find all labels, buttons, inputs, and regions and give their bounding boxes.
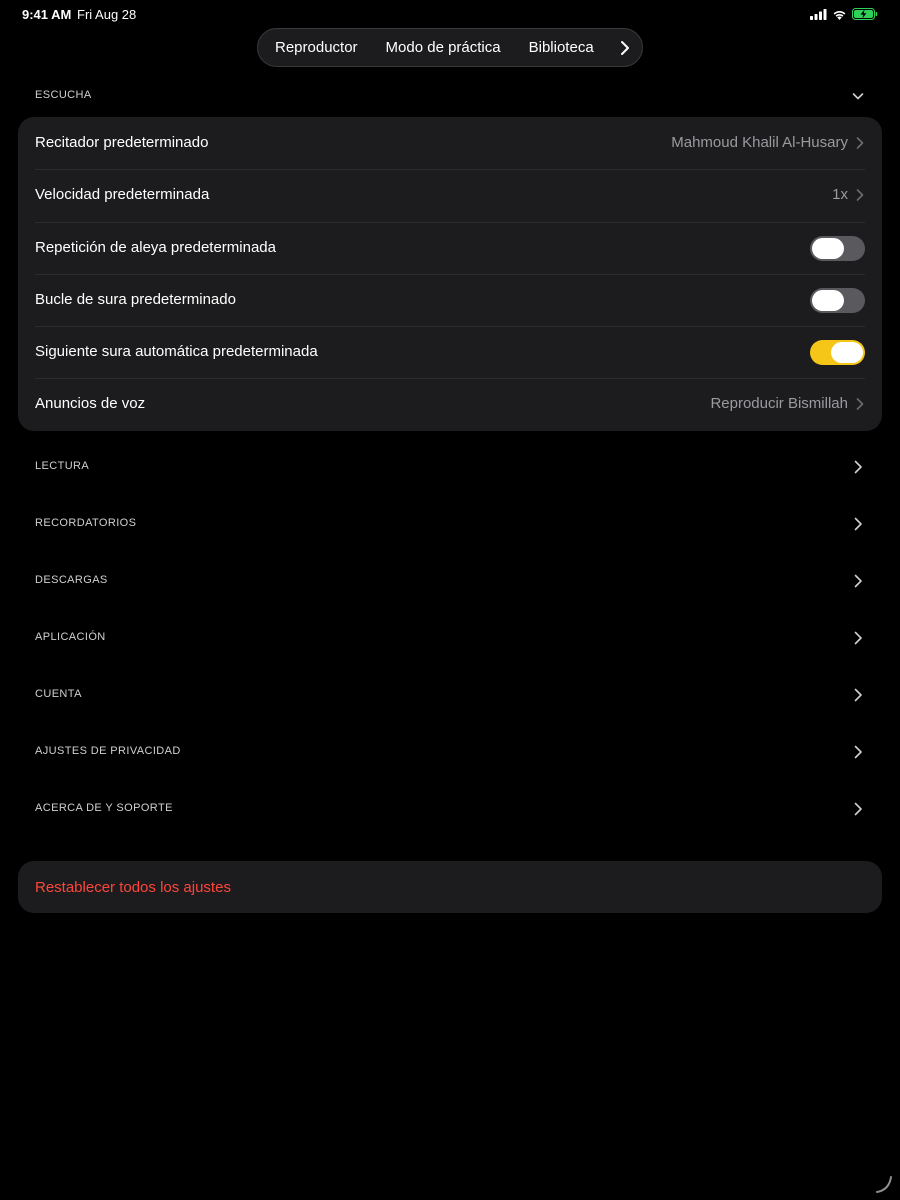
section-header-listening[interactable]: ESCUCHA — [0, 81, 900, 111]
status-icons — [810, 7, 878, 21]
section-label: ACERCA DE Y SOPORTE — [35, 802, 173, 814]
row-surah-loop: Bucle de sura predeterminado — [18, 273, 882, 326]
row-default-reciter[interactable]: Recitador predeterminado Mahmoud Khalil … — [18, 117, 882, 169]
tab-library[interactable]: Biblioteca — [529, 39, 594, 56]
auto-next-surah-toggle[interactable] — [810, 340, 865, 366]
status-bar: 9:41 AM Fri Aug 28 — [0, 0, 900, 28]
listening-settings-card: Recitador predeterminado Mahmoud Khalil … — [18, 117, 882, 431]
status-date: Fri Aug 28 — [77, 7, 137, 22]
top-navigation: Reproductor Modo de práctica Biblioteca — [257, 28, 643, 67]
row-auto-next-surah: Siguiente sura automática predeterminada — [18, 326, 882, 378]
row-voice-announcements[interactable]: Anuncios de voz Reproducir Bismillah — [18, 378, 882, 430]
verse-repeat-toggle[interactable] — [810, 235, 865, 261]
row-label: Anuncios de voz — [35, 395, 146, 413]
chevron-right-icon — [854, 574, 862, 588]
row-label: Bucle de sura predeterminado — [35, 290, 236, 308]
chevron-right-icon — [856, 137, 864, 149]
section-label: RECORDATORIOS — [35, 517, 137, 529]
status-time: 9:41 AM — [22, 7, 72, 22]
chevron-right-icon — [854, 688, 862, 702]
section-header-about-support[interactable]: ACERCA DE Y SOPORTE — [0, 794, 900, 824]
section-label: AJUSTES DE PRIVACIDAD — [35, 745, 181, 757]
chevron-right-icon[interactable] — [618, 40, 632, 56]
section-header-application[interactable]: APLICACIÓN — [0, 623, 900, 653]
cellular-signal-icon — [810, 8, 827, 20]
chevron-right-icon — [854, 517, 862, 531]
section-header-downloads[interactable]: DESCARGAS — [0, 566, 900, 596]
section-header-reading[interactable]: LECTURA — [0, 452, 900, 482]
section-label: LECTURA — [35, 460, 90, 472]
chevron-right-icon — [856, 398, 864, 411]
section-label: ESCUCHA — [35, 89, 92, 101]
row-label: Siguiente sura automática predeterminada — [35, 343, 318, 361]
section-label: CUENTA — [35, 688, 82, 700]
section-header-privacy[interactable]: AJUSTES DE PRIVACIDAD — [0, 737, 900, 767]
row-value: 1x — [832, 186, 848, 204]
row-default-speed[interactable]: Velocidad predeterminada 1x — [18, 169, 882, 221]
section-header-account[interactable]: CUENTA — [0, 680, 900, 710]
row-verse-repeat: Repetición de aleya predeterminada — [18, 221, 882, 274]
tab-practice-mode[interactable]: Modo de práctica — [386, 39, 501, 56]
chevron-right-icon — [854, 460, 862, 474]
reset-all-settings-button[interactable]: Restablecer todos los ajustes — [18, 861, 882, 913]
battery-charging-icon — [852, 8, 878, 20]
chevron-right-icon — [854, 745, 862, 759]
section-header-reminders[interactable]: RECORDATORIOS — [0, 509, 900, 539]
section-label: DESCARGAS — [35, 574, 108, 586]
row-label: Recitador predeterminado — [35, 134, 209, 151]
chevron-right-icon — [854, 631, 862, 645]
tab-player[interactable]: Reproductor — [275, 39, 358, 56]
chevron-right-icon — [854, 802, 862, 816]
row-value: Reproducir Bismillah — [710, 395, 848, 413]
section-label: APLICACIÓN — [35, 631, 106, 643]
chevron-right-icon — [856, 189, 864, 202]
chevron-down-icon — [852, 93, 864, 100]
row-label: Repetición de aleya predeterminada — [35, 238, 276, 256]
surah-loop-toggle[interactable] — [810, 287, 865, 313]
wifi-icon — [833, 10, 846, 20]
reset-label: Restablecer todos los ajustes — [35, 879, 231, 896]
row-label: Velocidad predeterminada — [35, 186, 210, 204]
corner-scroll-indicator-icon — [876, 1176, 892, 1193]
row-value: Mahmoud Khalil Al-Husary — [671, 134, 848, 151]
